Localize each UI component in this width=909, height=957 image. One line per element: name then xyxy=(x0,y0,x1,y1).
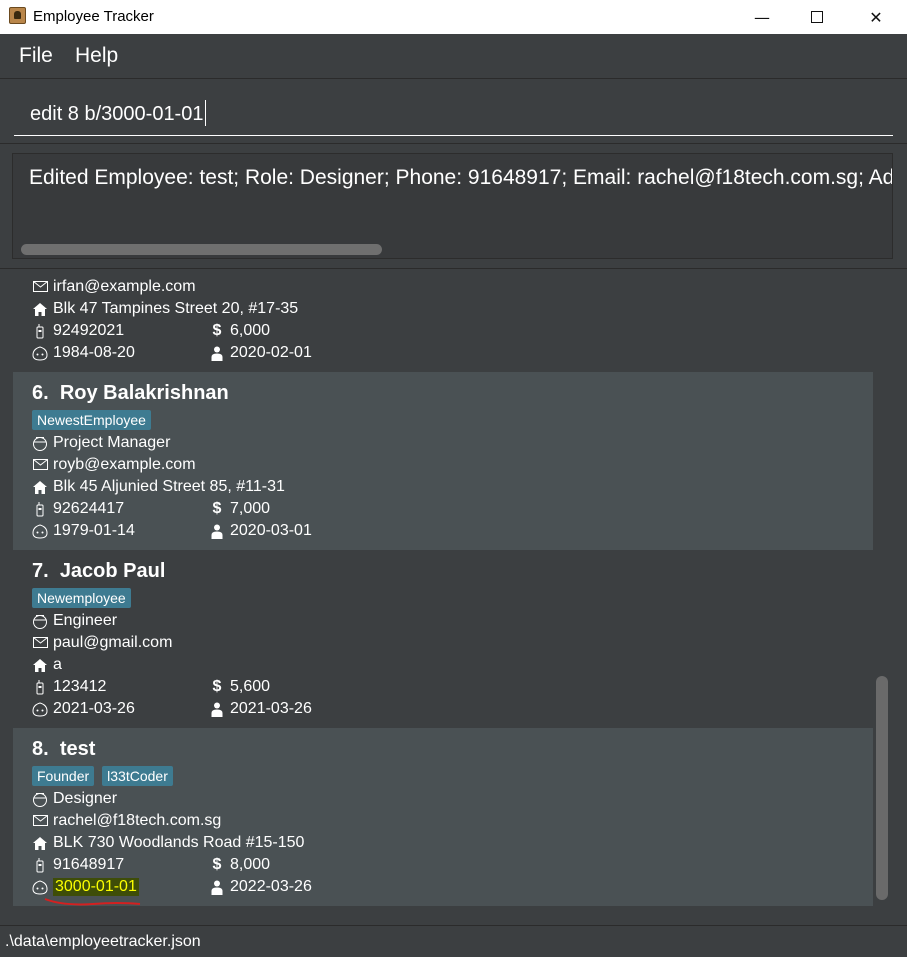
employee-card[interactable]: 6. Roy Balakrishnan NewestEmployee Proje… xyxy=(13,372,873,550)
email-row: rachel@f18tech.com.sg xyxy=(32,812,221,830)
home-icon xyxy=(32,479,48,495)
home-icon xyxy=(32,301,48,317)
birthday-icon xyxy=(32,345,48,361)
red-underline-annotation xyxy=(44,898,141,906)
role-row: Project Manager xyxy=(32,434,170,452)
dollar-icon: $ xyxy=(212,678,222,695)
joined-icon xyxy=(209,523,225,539)
role-icon xyxy=(32,791,48,807)
phone-icon xyxy=(32,857,48,873)
data-file-path: .\data\employeetracker.json xyxy=(5,933,201,950)
tag-list: NewestEmployee xyxy=(32,410,151,430)
dollar-icon: $ xyxy=(212,856,222,873)
employee-card-partial[interactable]: irfan@example.com Blk 47 Tampines Street… xyxy=(13,270,873,361)
menu-help[interactable]: Help xyxy=(75,44,118,68)
phone-icon xyxy=(32,323,48,339)
employee-card[interactable]: 8. test Founder l33tCoder Designer rache… xyxy=(13,728,873,906)
phone-icon xyxy=(32,501,48,517)
employee-list: irfan@example.com Blk 47 Tampines Street… xyxy=(0,270,907,925)
salary-row: $ 5,600 xyxy=(209,678,271,696)
birthday-row: 2021-03-26 xyxy=(32,700,135,718)
dollar-icon: $ xyxy=(212,500,222,517)
phone-icon xyxy=(32,679,48,695)
email-icon xyxy=(32,279,48,295)
dollar-icon: $ xyxy=(212,322,222,339)
email-row: paul@gmail.com xyxy=(32,634,172,652)
result-display: Edited Employee: test; Role: Designer; P… xyxy=(0,145,907,269)
phone-row: 92492021 xyxy=(32,322,124,340)
role-icon xyxy=(32,435,48,451)
title-bar: Employee Tracker — ✕ xyxy=(0,0,909,34)
home-icon xyxy=(32,657,48,673)
phone-row: 91648917 xyxy=(32,856,124,874)
text-caret xyxy=(205,100,206,126)
command-box xyxy=(0,80,907,144)
phone-row: 123412 xyxy=(32,678,106,696)
birthday-row: 1979-01-14 xyxy=(32,522,135,540)
birthday-row: 1984-08-20 xyxy=(32,344,135,362)
email-row: irfan@example.com xyxy=(32,278,196,296)
employee-card[interactable]: 7. Jacob Paul Newemployee Engineer paul@… xyxy=(13,550,873,728)
email-icon xyxy=(32,635,48,651)
email-icon xyxy=(32,813,48,829)
app-icon xyxy=(9,7,26,24)
window-title: Employee Tracker xyxy=(33,8,154,25)
command-input[interactable] xyxy=(14,94,893,136)
salary-row: $ 7,000 xyxy=(209,500,271,518)
tag-list: Founder l33tCoder xyxy=(32,766,173,786)
minimize-button[interactable]: — xyxy=(733,0,791,34)
tag: Founder xyxy=(32,766,95,786)
salary-row: $ 6,000 xyxy=(209,322,271,340)
joined-icon xyxy=(209,701,225,717)
joined-row: 2021-03-26 xyxy=(209,700,312,718)
joined-icon xyxy=(209,345,225,361)
birthday-row: 3000-01-01 xyxy=(32,878,139,896)
vertical-scrollbar[interactable] xyxy=(876,676,888,900)
joined-icon xyxy=(209,879,225,895)
result-textarea[interactable]: Edited Employee: test; Role: Designer; P… xyxy=(12,153,893,259)
home-icon xyxy=(32,835,48,851)
maximize-button[interactable] xyxy=(788,0,846,34)
birthday-icon xyxy=(32,879,48,895)
tag-list: Newemployee xyxy=(32,588,131,608)
tag: NewestEmployee xyxy=(32,410,151,430)
role-row: Designer xyxy=(32,790,117,808)
horizontal-scrollbar[interactable] xyxy=(21,244,382,255)
joined-row: 2020-03-01 xyxy=(209,522,312,540)
phone-row: 92624417 xyxy=(32,500,124,518)
close-button[interactable]: ✕ xyxy=(847,0,905,34)
birthday-icon xyxy=(32,701,48,717)
salary-row: $ 8,000 xyxy=(209,856,271,874)
role-row: Engineer xyxy=(32,612,117,630)
address-row: Blk 47 Tampines Street 20, #17-35 xyxy=(32,300,298,318)
email-icon xyxy=(32,457,48,473)
result-message: Edited Employee: test; Role: Designer; P… xyxy=(29,166,893,189)
employee-name: 6. Roy Balakrishnan xyxy=(32,382,229,404)
address-row: a xyxy=(32,656,62,674)
joined-row: 2020-02-01 xyxy=(209,344,312,362)
address-row: Blk 45 Aljunied Street 85, #11-31 xyxy=(32,478,285,496)
employee-name: 8. test xyxy=(32,738,96,760)
address-row: BLK 730 Woodlands Road #15-150 xyxy=(32,834,304,852)
email-row: royb@example.com xyxy=(32,456,196,474)
role-icon xyxy=(32,613,48,629)
tag: l33tCoder xyxy=(102,766,173,786)
birthday-value-highlighted: 3000-01-01 xyxy=(53,878,139,896)
menu-file[interactable]: File xyxy=(19,44,53,68)
status-bar: .\data\employeetracker.json xyxy=(0,925,907,957)
employee-name: 7. Jacob Paul xyxy=(32,560,166,582)
menu-bar: File Help xyxy=(0,35,907,79)
birthday-icon xyxy=(32,523,48,539)
joined-row: 2022-03-26 xyxy=(209,878,312,896)
tag: Newemployee xyxy=(32,588,131,608)
